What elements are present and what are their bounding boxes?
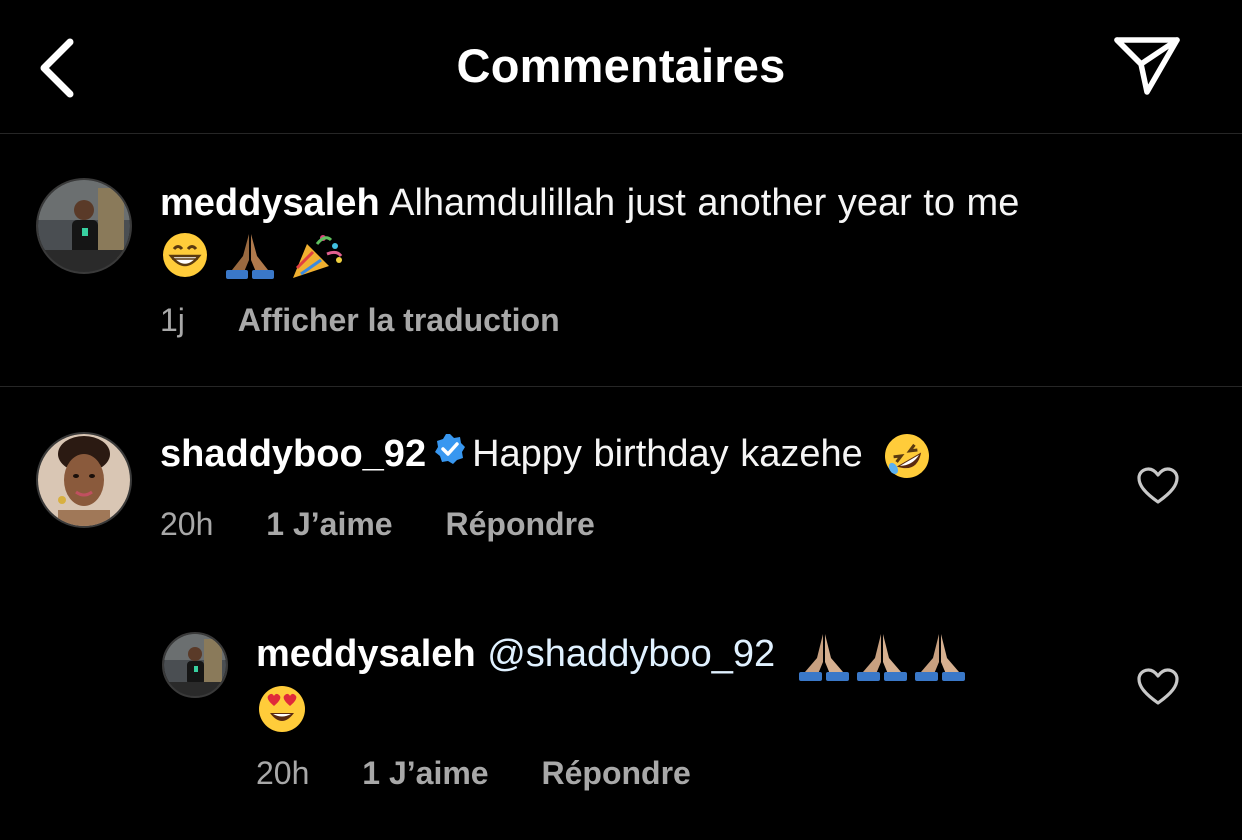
caption-username[interactable]: meddysaleh [160,182,380,224]
avatar[interactable] [162,632,228,698]
caption-text: meddysaleh Alhamdulillah just another ye… [160,178,1170,280]
comment-time: 20h [256,755,310,791]
comment-meta: 20h 1 J’aime Répondre [256,755,691,792]
caption-meta: 1j Afficher la traduction [160,302,560,339]
paper-plane-icon [1114,37,1180,95]
page-title: Commentaires [456,39,786,92]
folded-hands-emoji [222,230,278,280]
heart-icon [1137,668,1179,705]
avatar[interactable] [36,432,132,528]
heart-icon [1137,467,1179,504]
mention-link[interactable]: @shaddyboo_92 [487,633,775,675]
reply-link[interactable]: Répondre [445,506,594,543]
grinning-face-emoji [160,230,210,280]
likes-count-link[interactable]: 1 J’aime [362,755,488,792]
translate-link[interactable]: Afficher la traduction [238,302,560,339]
caption-time: 1j [160,302,185,338]
comment-text: shaddyboo_92 Happy birthday kazehe [160,428,1120,484]
comment-username[interactable]: shaddyboo_92 [160,433,426,475]
comment-meta: 20h 1 J’aime Répondre [160,506,595,543]
avatar[interactable] [36,178,132,274]
caption-body: Alhamdulillah just another year to me [389,182,1020,224]
caption-block: meddysaleh Alhamdulillah just another ye… [0,134,1242,387]
rolling-laughing-emoji [880,430,934,482]
folded-hands-emoji [795,630,853,682]
likes-count-link[interactable]: 1 J’aime [266,506,392,543]
verified-badge-icon [434,428,466,478]
party-popper-emoji [289,230,345,280]
comment-text: meddysaleh @shaddyboo_92 [256,629,1076,735]
comment-time: 20h [160,506,214,542]
share-button[interactable] [1105,30,1189,102]
like-button[interactable] [1136,466,1180,506]
comment-username[interactable]: meddysaleh [256,633,476,675]
comment-body: Happy birthday kazehe [472,433,863,476]
header-bar: Commentaires [0,0,1242,134]
folded-hands-emoji [853,630,911,682]
like-button[interactable] [1136,667,1180,707]
heart-eyes-emoji [256,683,308,735]
reply-link[interactable]: Répondre [541,755,690,792]
folded-hands-emoji [911,630,969,682]
